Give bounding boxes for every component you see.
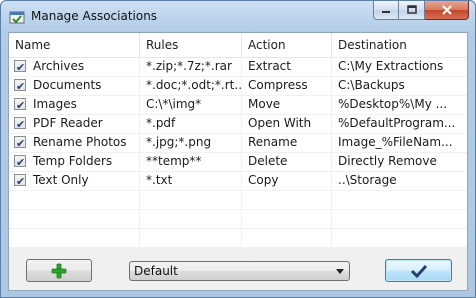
row-checkbox[interactable]: ✔ [14, 98, 26, 112]
row-name: Rename Photos [33, 135, 127, 149]
table-row[interactable]: ✔ Archives *.zip;*.7z;*.rar Extract C:\M… [9, 57, 467, 77]
row-rules: C:\*\img* [140, 95, 242, 114]
profile-select-value: Default [134, 264, 178, 278]
empty-row [9, 190, 467, 210]
row-action: Move [242, 95, 332, 114]
row-action: Delete [242, 152, 332, 171]
ok-button[interactable] [385, 259, 452, 282]
row-destination: C:\Backups [338, 78, 405, 92]
associations-list[interactable]: Name Rules Action Destination ✔ Archives… [9, 33, 467, 248]
row-name: Images [33, 97, 77, 111]
table-row[interactable]: ✔ Documents *.doc;*.odt;*.rt... Compress… [9, 76, 467, 96]
column-header-rules[interactable]: Rules [140, 33, 242, 57]
table-row[interactable]: ✔ PDF Reader *.pdf Open With %DefaultPro… [9, 114, 467, 134]
row-rules: *.txt [140, 171, 242, 190]
row-action: Compress [242, 76, 332, 95]
row-name: Documents [33, 78, 102, 92]
table-row[interactable]: ✔ Images C:\*\img* Move %Desktop%\My ... [9, 95, 467, 115]
row-checkbox[interactable]: ✔ [14, 136, 26, 150]
title-bar[interactable]: Manage Associations [1, 1, 475, 33]
column-header-action[interactable]: Action [242, 33, 332, 57]
row-checkbox[interactable]: ✔ [14, 79, 26, 93]
row-checkbox[interactable]: ✔ [14, 174, 26, 188]
row-name: Archives [33, 59, 85, 73]
table-row[interactable]: ✔ Rename Photos *.jpg;*.png Rename Image… [9, 133, 467, 153]
chevron-down-icon [336, 269, 344, 274]
maximize-button[interactable] [399, 1, 425, 20]
column-header-destination[interactable]: Destination [332, 33, 467, 57]
row-name: Text Only [33, 173, 89, 187]
minimize-button[interactable] [373, 1, 399, 20]
row-destination: %DefaultProgram... [338, 116, 456, 130]
checkmark-icon: ✔ [16, 137, 26, 150]
table-row[interactable]: ✔ Text Only *.txt Copy ..\Storage [9, 171, 467, 191]
row-checkbox[interactable]: ✔ [14, 60, 26, 74]
row-rules: *.pdf [140, 114, 242, 133]
close-icon [441, 5, 452, 15]
row-destination: Directly Remove [338, 154, 437, 168]
row-destination: C:\My Extractions [338, 59, 444, 73]
minimize-icon [382, 11, 390, 13]
checkmark-icon: ✔ [16, 156, 26, 169]
row-destination: Image_%FileNam... [338, 135, 453, 149]
row-action: Open With [242, 114, 332, 133]
checkmark-icon [410, 264, 427, 278]
row-destination: ..\Storage [338, 173, 397, 187]
row-rules: **temp** [140, 152, 242, 171]
table-row[interactable]: ✔ Temp Folders **temp** Delete Directly … [9, 152, 467, 172]
checkmark-icon: ✔ [16, 118, 26, 131]
window-title: Manage Associations [31, 9, 158, 23]
row-rules: *.jpg;*.png [140, 133, 242, 152]
plus-icon [51, 263, 67, 278]
add-association-button[interactable] [26, 259, 92, 282]
empty-row [9, 209, 467, 229]
maximize-icon [406, 5, 417, 14]
empty-row [9, 228, 467, 247]
profile-select[interactable]: Default [129, 261, 350, 281]
row-action: Extract [242, 57, 332, 76]
checkmark-icon: ✔ [16, 99, 26, 112]
manage-associations-window: Manage Associations Name Rules Action De… [0, 0, 476, 298]
row-name: PDF Reader [33, 116, 103, 130]
checkmark-icon: ✔ [16, 175, 26, 188]
row-destination: %Desktop%\My ... [338, 97, 448, 111]
row-name: Temp Folders [33, 154, 113, 168]
checkmark-icon: ✔ [16, 61, 26, 74]
row-rules: *.zip;*.7z;*.rar [140, 57, 242, 76]
checkmark-icon: ✔ [16, 80, 26, 93]
row-rules: *.doc;*.odt;*.rt... [140, 76, 242, 95]
column-header-name[interactable]: Name [9, 33, 140, 57]
row-checkbox[interactable]: ✔ [14, 117, 26, 131]
client-area: Name Rules Action Destination ✔ Archives… [8, 32, 468, 291]
row-action: Copy [242, 171, 332, 190]
close-button[interactable] [425, 1, 469, 20]
list-header: Name Rules Action Destination [9, 33, 467, 58]
row-action: Rename [242, 133, 332, 152]
row-checkbox[interactable]: ✔ [14, 155, 26, 169]
app-icon [9, 11, 25, 24]
footer-bar: Default [9, 247, 467, 290]
